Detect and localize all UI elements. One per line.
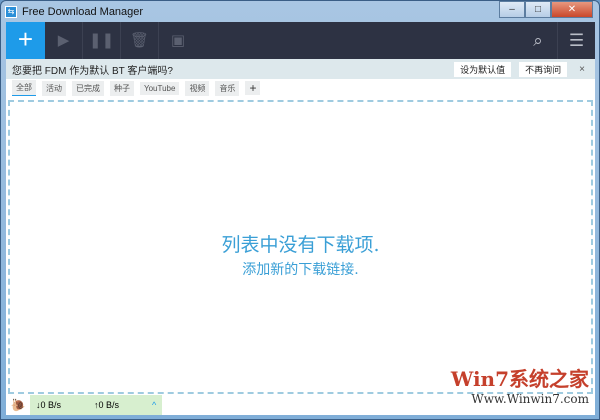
speed-panel: ↓0 B/s ↑0 B/s ^	[30, 395, 162, 415]
download-list-dropzone[interactable]: 列表中没有下载项. 添加新的下载链接.	[8, 100, 593, 394]
notification-bar: 您要把 FDM 作为默认 BT 客户端吗? 设为默认值 不再询问 ×	[6, 59, 595, 79]
add-tab-button[interactable]: +	[245, 81, 261, 95]
upload-speed: ↑0 B/s	[94, 400, 120, 410]
empty-title: 列表中没有下载项.	[221, 234, 380, 256]
download-speed: ↓0 B/s	[36, 400, 62, 410]
watermark: Win7系统之家 Www.Winwin7.com	[451, 363, 589, 406]
tab-youtube[interactable]: YouTube	[140, 81, 180, 95]
dont-ask-button[interactable]: 不再询问	[519, 61, 568, 77]
app-window: ⇆ Free Download Manager – □ ✕ + ▶ ❚❚ 🗑 ▣…	[0, 0, 600, 420]
watermark-url: Www.Winwin7.com	[471, 392, 589, 406]
search-icon[interactable]: ⌕	[519, 22, 557, 59]
watermark-title: Win7系统之家	[450, 367, 589, 391]
pause-button[interactable]: ❚❚	[83, 22, 121, 59]
tab-completed[interactable]: 已完成	[72, 80, 104, 96]
set-default-button[interactable]: 设为默认值	[454, 61, 512, 77]
start-button[interactable]: ▶	[45, 22, 83, 59]
add-download-button[interactable]: +	[6, 22, 45, 59]
snail-mode-icon[interactable]: 🐌	[6, 398, 30, 412]
tab-video[interactable]: 视频	[185, 80, 210, 96]
delete-icon[interactable]: 🗑	[121, 22, 159, 59]
tab-music[interactable]: 音乐	[215, 80, 240, 96]
menu-icon[interactable]: ☰	[557, 22, 595, 59]
app-icon: ⇆	[5, 6, 17, 18]
window-title: Free Download Manager	[22, 6, 144, 18]
maximize-button[interactable]: □	[525, 1, 551, 18]
empty-subtitle: 添加新的下载链接.	[242, 262, 359, 278]
tab-torrents[interactable]: 种子	[110, 80, 134, 96]
notification-text: 您要把 FDM 作为默认 BT 客户端吗?	[12, 65, 173, 77]
minimize-button[interactable]: –	[499, 1, 525, 18]
toolbar: + ▶ ❚❚ 🗑 ▣ ⌕ ☰	[6, 22, 595, 59]
filter-tabs: 全部 活动 已完成 种子 YouTube 视频 音乐 +	[6, 79, 595, 97]
close-notification-icon[interactable]: ×	[579, 64, 585, 75]
expand-icon[interactable]: ^	[152, 400, 162, 410]
move-folder-icon[interactable]: ▣	[159, 22, 197, 59]
tab-active[interactable]: 活动	[42, 80, 66, 96]
close-button[interactable]: ✕	[551, 1, 593, 18]
title-bar: ⇆ Free Download Manager	[5, 3, 143, 21]
tab-all[interactable]: 全部	[12, 80, 36, 96]
